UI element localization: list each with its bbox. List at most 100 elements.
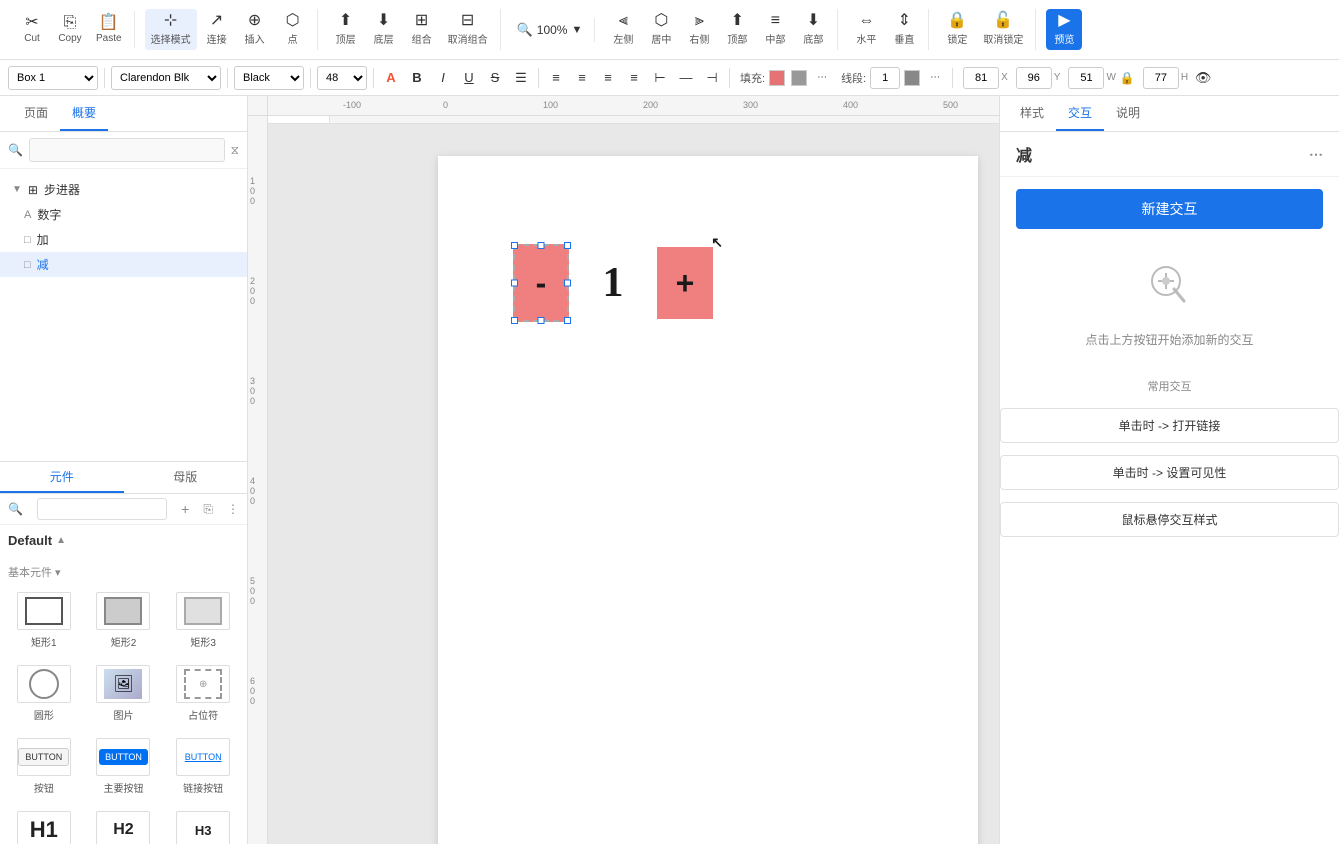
insert-button[interactable]: ⊕ 插入 xyxy=(237,9,273,50)
element-h2[interactable]: H2 二级标题 xyxy=(88,807,160,844)
handle-mid-left[interactable] xyxy=(511,280,518,287)
align-justify-button[interactable]: ≡ xyxy=(623,67,645,89)
align-center-text-button[interactable]: ≡ xyxy=(571,67,593,89)
handle-bot-left[interactable] xyxy=(511,317,518,324)
element-primary-button[interactable]: BUTTON 主要按钮 xyxy=(88,734,160,799)
interaction-open-link[interactable]: 单击时 -> 打开链接 xyxy=(1000,408,1339,443)
handle-top-mid[interactable] xyxy=(538,242,545,249)
element-placeholder[interactable]: ⊕ 占位符 xyxy=(167,661,239,726)
align-left-button[interactable]: ⫷ 左侧 xyxy=(605,9,641,50)
filter-icon[interactable]: ⧖ xyxy=(231,143,239,158)
outline-item-digit[interactable]: A 数字 xyxy=(0,202,247,227)
stroke-color-picker[interactable] xyxy=(904,70,920,86)
align-left-block-button[interactable]: ⊢ xyxy=(649,67,671,89)
element-link-button[interactable]: BUTTON 链接按钮 xyxy=(167,734,239,799)
outline-item-add[interactable]: □ 加 xyxy=(0,227,247,252)
underline-button[interactable]: U xyxy=(458,67,480,89)
list-button[interactable]: ☰ xyxy=(510,67,532,89)
connect-label: 连接 xyxy=(207,31,227,46)
dimension-lock-icon[interactable]: 🔒 xyxy=(1120,71,1135,85)
visibility-button[interactable]: 👁 xyxy=(1192,67,1214,89)
copy-button[interactable]: ⎘ Copy xyxy=(52,11,88,48)
lock-button[interactable]: 🔒 锁定 xyxy=(939,9,975,50)
preview-button[interactable]: ▶ 预览 xyxy=(1046,9,1082,50)
fill-color-picker[interactable] xyxy=(769,70,785,86)
italic-button[interactable]: I xyxy=(432,67,454,89)
align-top-button[interactable]: ⬆ 顶部 xyxy=(719,9,755,50)
align-center-button[interactable]: ⬡ 居中 xyxy=(643,9,679,50)
element-image[interactable]: 🖼 图片 xyxy=(88,661,160,726)
align-bottom-button[interactable]: ⬇ 底部 xyxy=(795,9,831,50)
interaction-set-visibility[interactable]: 单击时 -> 设置可见性 xyxy=(1000,455,1339,490)
group-button[interactable]: ⊞ 组合 xyxy=(404,9,440,50)
element-rect1[interactable]: 矩形1 xyxy=(8,588,80,653)
tab-style[interactable]: 样式 xyxy=(1008,96,1056,131)
stepper-minus-button[interactable]: - xyxy=(513,244,569,322)
h-input[interactable]: 77 xyxy=(1143,67,1179,89)
horizontal-button[interactable]: ⇔ 水平 xyxy=(848,9,884,50)
element-rect2[interactable]: 矩形2 xyxy=(88,588,160,653)
stepper-plus-button[interactable]: + ↖ xyxy=(657,247,713,319)
outline-item-minus[interactable]: □ 减 xyxy=(0,252,247,277)
align-right-button[interactable]: ⫸ 右侧 xyxy=(681,9,717,50)
interaction-hover-style[interactable]: 鼠标悬停交互样式 xyxy=(1000,502,1339,537)
handle-bot-mid[interactable] xyxy=(538,317,545,324)
cut-button[interactable]: ✂ Cut xyxy=(14,11,50,48)
element-h3[interactable]: H3 三级标题 xyxy=(167,807,239,844)
element-rect3[interactable]: 矩形3 xyxy=(167,588,239,653)
element-h1[interactable]: H1 一级标题 xyxy=(8,807,80,844)
handle-top-right[interactable] xyxy=(564,242,571,249)
font-color-select[interactable]: Black xyxy=(234,66,304,90)
align-center-block-button[interactable]: — xyxy=(675,67,697,89)
stroke-width-input[interactable] xyxy=(870,67,900,89)
align-right-block-button[interactable]: ⊣ xyxy=(701,67,723,89)
element-circle[interactable]: 圆形 xyxy=(8,661,80,726)
bold-button[interactable]: B xyxy=(406,67,428,89)
ungroup-button[interactable]: ⊟ 取消组合 xyxy=(442,9,494,50)
add-label: 加 xyxy=(37,231,49,248)
bottom-layer-button[interactable]: ⬇ 底层 xyxy=(366,9,402,50)
x-input[interactable]: 81 xyxy=(963,67,999,89)
more-options-icon[interactable]: ⋯ xyxy=(1309,146,1323,163)
tab-outline[interactable]: 概要 xyxy=(60,96,108,131)
handle-top-left[interactable] xyxy=(511,242,518,249)
tab-interaction[interactable]: 交互 xyxy=(1056,96,1104,131)
more-element-button[interactable]: ⋮ xyxy=(227,502,239,516)
align-middle-button[interactable]: ≡ 中部 xyxy=(757,9,793,50)
elements-search-input[interactable] xyxy=(37,498,167,520)
fill-color-picker-2[interactable] xyxy=(791,70,807,86)
unlock-button[interactable]: 🔓 取消锁定 xyxy=(977,9,1029,50)
new-interaction-button[interactable]: 新建交互 xyxy=(1016,189,1323,229)
vertical-button[interactable]: ⇕ 垂直 xyxy=(886,9,922,50)
y-input[interactable]: 96 xyxy=(1016,67,1052,89)
copy-element-button[interactable]: ⎘ xyxy=(203,502,213,517)
tab-masters[interactable]: 母版 xyxy=(124,462,248,493)
tab-pages[interactable]: 页面 xyxy=(12,96,60,131)
font-color-btn[interactable]: A xyxy=(380,67,402,89)
canvas-area[interactable]: 步进器 × -100 0 100 200 300 400 500 100 200… xyxy=(248,96,999,844)
paste-button[interactable]: 📋 Paste xyxy=(90,11,128,48)
handle-bot-right[interactable] xyxy=(564,317,571,324)
outline-search-input[interactable] xyxy=(29,138,225,162)
element-button[interactable]: BUTTON 按钮 xyxy=(8,734,80,799)
outline-item-stepper[interactable]: ▼ ⊞ 步进器 xyxy=(0,177,247,202)
w-input[interactable]: 51 xyxy=(1068,67,1104,89)
handle-mid-right[interactable] xyxy=(564,280,571,287)
fill-options-button[interactable]: ⋯ xyxy=(811,67,833,89)
point-button[interactable]: ⬡ 点 xyxy=(275,9,311,50)
connect-button[interactable]: ↗ 连接 xyxy=(199,9,235,50)
tab-elements[interactable]: 元件 xyxy=(0,462,124,493)
element-name-select[interactable]: Box 1 xyxy=(8,66,98,90)
font-size-select[interactable]: 48 xyxy=(317,66,367,90)
stroke-options-button[interactable]: ⋯ xyxy=(924,67,946,89)
strikethrough-button[interactable]: S xyxy=(484,67,506,89)
select-mode-button[interactable]: ⊹ 选择模式 xyxy=(145,9,197,50)
tab-notes[interactable]: 说明 xyxy=(1104,96,1152,131)
font-family-select[interactable]: Clarendon Blk xyxy=(111,66,221,90)
top-layer-button[interactable]: ⬆ 顶层 xyxy=(328,9,364,50)
align-left-text-button[interactable]: ≡ xyxy=(545,67,567,89)
library-expand-icon[interactable]: ▲ xyxy=(56,535,66,546)
align-right-text-button[interactable]: ≡ xyxy=(597,67,619,89)
zoom-control[interactable]: 🔍 100% ▼ xyxy=(511,18,589,42)
add-element-button[interactable]: + xyxy=(181,501,189,517)
